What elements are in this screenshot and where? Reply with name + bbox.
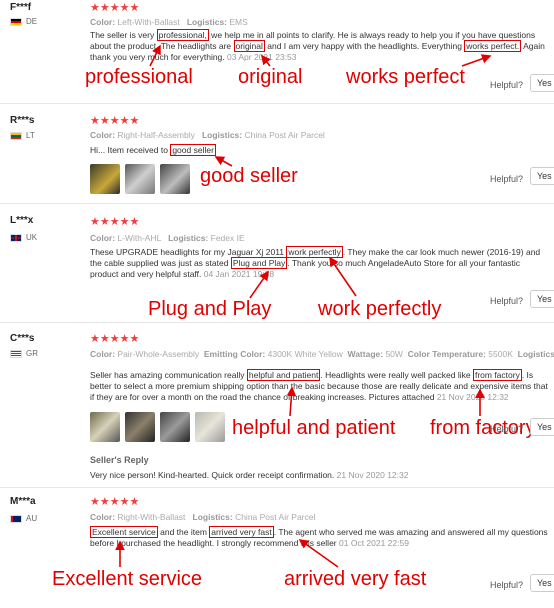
- annotation-arrows: [115, 44, 492, 568]
- arrow-line: [149, 44, 161, 67]
- arrow-line: [249, 270, 269, 299]
- arrow-line: [261, 54, 271, 67]
- arrow-line: [214, 156, 233, 167]
- arrow-line: [329, 256, 357, 297]
- arrow-line: [286, 386, 297, 417]
- arrow-line: [461, 54, 492, 67]
- arrow-line: [298, 539, 339, 568]
- review-page: F***f DE ★★★★★ Color: Left-With-Ballast …: [0, 0, 554, 608]
